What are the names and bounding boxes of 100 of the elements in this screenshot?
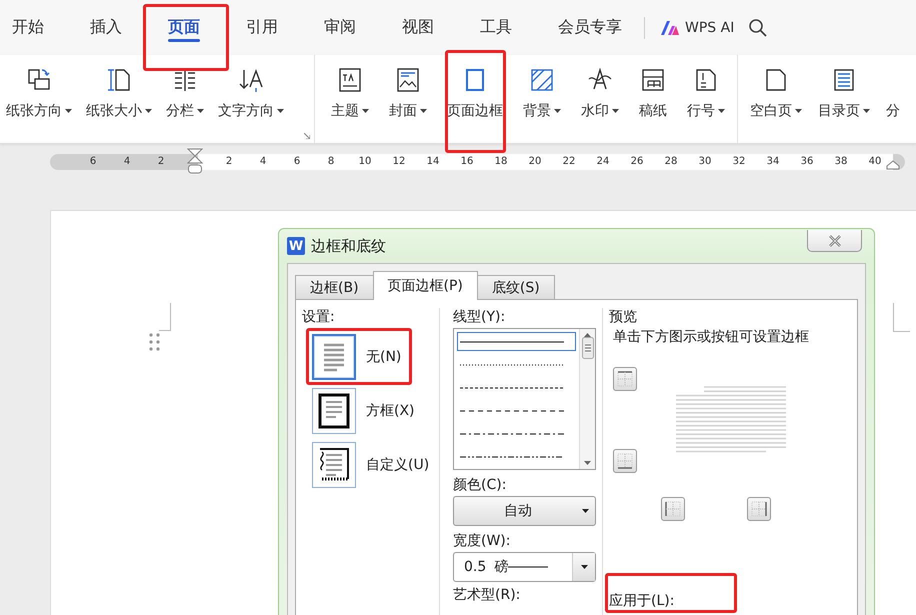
ribbon-button[interactable]: 水印 bbox=[579, 61, 621, 143]
indent-marker-icon[interactable] bbox=[886, 160, 900, 170]
wps-ai-button[interactable]: WPS AI bbox=[655, 16, 738, 40]
caret-icon bbox=[277, 109, 284, 113]
ribbon-button[interactable]: 目录页 bbox=[816, 61, 872, 143]
border-toggle-button[interactable] bbox=[661, 497, 685, 521]
color-label: 颜色(C): bbox=[453, 476, 508, 494]
caret-icon bbox=[612, 109, 619, 113]
menu-tab[interactable]: 审阅 bbox=[312, 0, 368, 55]
ruler-number: 4 bbox=[258, 155, 268, 169]
menu-tab[interactable]: 引用 bbox=[234, 0, 290, 55]
left-border-icon bbox=[663, 499, 683, 519]
menu-tab[interactable]: 会员专享 bbox=[546, 0, 634, 55]
ribbon-button[interactable]: 分栏 bbox=[164, 61, 206, 143]
ruler-number: 2 bbox=[224, 155, 234, 169]
margin-corner-mark bbox=[893, 303, 910, 332]
ruler-number: 30 bbox=[698, 155, 712, 169]
ribbon-button[interactable]: 纸张大小 bbox=[84, 61, 154, 143]
menu-tab[interactable]: 开始 bbox=[0, 0, 56, 55]
width-dropdown[interactable]: 0.5 磅 bbox=[453, 552, 596, 582]
ribbon-button[interactable]: 背景 bbox=[521, 61, 563, 143]
dialog-tab[interactable]: 页面边框(P) bbox=[372, 271, 478, 300]
search-icon[interactable] bbox=[748, 18, 768, 38]
border-toggle-button[interactable] bbox=[613, 449, 637, 473]
ruler-number: 22 bbox=[562, 155, 576, 169]
line-sample-icon bbox=[460, 408, 564, 412]
border-toggle-button[interactable] bbox=[613, 367, 637, 391]
ribbon-button-label: 稿纸 bbox=[639, 102, 667, 120]
preview-label: 预览 bbox=[609, 308, 638, 326]
ruler-number: 24 bbox=[596, 155, 610, 169]
right-border-icon bbox=[749, 499, 769, 519]
line-sample-icon bbox=[460, 454, 564, 458]
preview-hint: 单击下方图示或按钮可设置边框 bbox=[613, 328, 810, 346]
setting-option[interactable]: 方框(X) bbox=[302, 388, 439, 434]
ribbon-button[interactable]: 页面边框 bbox=[445, 61, 505, 143]
ribbon-button-label: 页面边框 bbox=[447, 102, 503, 120]
width-label: 宽度(W): bbox=[453, 532, 512, 550]
ribbon-button-label: 分 bbox=[886, 102, 900, 120]
line-sample-icon bbox=[508, 565, 548, 569]
setting-option[interactable]: 无(N) bbox=[302, 334, 439, 380]
width-unit: 磅 bbox=[494, 558, 508, 576]
ribbon-button-label: 分栏 bbox=[166, 102, 204, 120]
ruler-number: 38 bbox=[834, 155, 848, 169]
menu-tab[interactable]: 视图 bbox=[390, 0, 446, 55]
menu-tab[interactable]: 工具 bbox=[468, 0, 524, 55]
background-icon bbox=[529, 67, 555, 93]
ribbon-button[interactable]: 封面 bbox=[387, 61, 429, 143]
menu-tab[interactable]: 页面 bbox=[156, 0, 212, 55]
line-style-option[interactable] bbox=[457, 332, 576, 351]
scroll-down-icon[interactable] bbox=[584, 461, 591, 465]
ruler-number: 36 bbox=[800, 155, 814, 169]
ruler-number: 32 bbox=[732, 155, 746, 169]
setting-option[interactable]: 自定义(U) bbox=[302, 442, 439, 488]
top-border-icon bbox=[615, 369, 635, 389]
ribbon-button-label: 纸张大小 bbox=[86, 102, 152, 120]
dialog-tab[interactable]: 底纹(S) bbox=[476, 275, 555, 300]
ribbon-button[interactable]: 主题 bbox=[329, 61, 371, 143]
scroll-thumb-icon[interactable] bbox=[582, 337, 594, 359]
ribbon-button[interactable]: 纸张方向 bbox=[4, 61, 74, 143]
caret-icon bbox=[197, 109, 204, 113]
dialog-tab[interactable]: 边框(B) bbox=[295, 275, 374, 300]
close-icon bbox=[828, 234, 842, 246]
caret-icon bbox=[145, 109, 152, 113]
color-dropdown[interactable]: 自动 bbox=[453, 496, 596, 526]
ribbon-button-label: 纸张方向 bbox=[6, 102, 72, 120]
settings-label: 设置: bbox=[302, 308, 336, 326]
ribbon-button[interactable]: 行号 bbox=[685, 61, 727, 143]
caret-icon bbox=[718, 109, 725, 113]
caret-icon bbox=[795, 109, 802, 113]
close-button[interactable] bbox=[807, 230, 862, 252]
ruler-number: 6 bbox=[88, 155, 98, 169]
ruler-number: 10 bbox=[358, 155, 372, 169]
ribbon-button-label: 文字方向 bbox=[218, 102, 284, 120]
ribbon-button[interactable]: 文字方向 bbox=[216, 61, 286, 143]
ruler-number: 14 bbox=[426, 155, 440, 169]
ribbon-button-label: 行号 bbox=[687, 102, 725, 120]
dialog-launcher-icon[interactable] bbox=[304, 133, 310, 139]
caret-icon bbox=[863, 109, 870, 113]
drag-handle-icon[interactable] bbox=[149, 333, 161, 351]
line-sample-icon bbox=[460, 362, 564, 366]
menu-tab[interactable]: 插入 bbox=[78, 0, 134, 55]
ribbon-button[interactable]: 空白页 bbox=[748, 61, 804, 143]
ruler-number: 26 bbox=[630, 155, 644, 169]
ruler-number: 28 bbox=[664, 155, 678, 169]
border-toggle-button[interactable] bbox=[747, 497, 771, 521]
line-style-label: 线型(Y): bbox=[453, 308, 506, 326]
scrollbar[interactable] bbox=[579, 329, 595, 469]
line-sample-icon bbox=[460, 432, 564, 436]
cover-page-icon bbox=[395, 67, 421, 93]
caret-icon bbox=[65, 109, 72, 113]
ruler-number: 18 bbox=[494, 155, 508, 169]
ribbon-button[interactable]: 稿纸 bbox=[637, 61, 669, 143]
ribbon-button-label: 背景 bbox=[523, 102, 561, 120]
line-sample-icon bbox=[460, 340, 564, 344]
caret-icon bbox=[582, 509, 589, 513]
ribbon-button-label: 空白页 bbox=[750, 102, 802, 120]
ribbon-button-label: 水印 bbox=[581, 102, 619, 120]
ruler-number: 40 bbox=[868, 155, 882, 169]
ruler-number: 8 bbox=[326, 155, 336, 169]
ribbon-button[interactable]: 分 bbox=[884, 61, 902, 143]
